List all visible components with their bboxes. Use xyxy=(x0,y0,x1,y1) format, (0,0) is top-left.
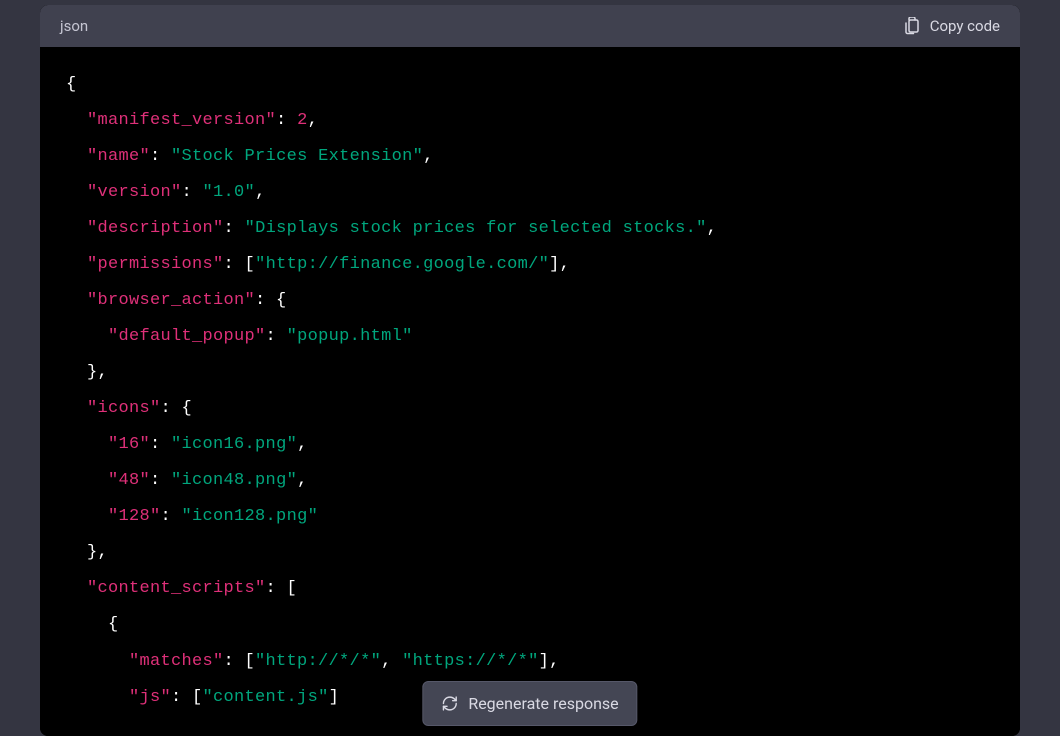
clipboard-icon xyxy=(903,17,921,35)
json-key: "browser_action" xyxy=(87,291,255,310)
refresh-icon xyxy=(441,695,458,712)
json-key: "48" xyxy=(108,471,150,490)
copy-code-label: Copy code xyxy=(930,17,1000,35)
json-string: "https://*/*" xyxy=(402,652,539,671)
json-key: "16" xyxy=(108,435,150,454)
json-key: "js" xyxy=(129,688,171,707)
json-key: "manifest_version" xyxy=(87,111,276,130)
json-key: "description" xyxy=(87,219,224,238)
json-key: "permissions" xyxy=(87,255,224,274)
json-key: "content_scripts" xyxy=(87,579,266,598)
json-string: "icon128.png" xyxy=(182,507,319,526)
json-key: "icons" xyxy=(87,399,161,418)
json-key: "default_popup" xyxy=(108,327,266,346)
json-string: "1.0" xyxy=(203,183,256,202)
json-key: "128" xyxy=(108,507,161,526)
regenerate-response-button[interactable]: Regenerate response xyxy=(422,681,637,726)
code-content: { "manifest_version": 2, "name": "Stock … xyxy=(40,47,1020,736)
code-pre: { "manifest_version": 2, "name": "Stock … xyxy=(66,67,994,716)
code-block: json Copy code { "manifest_version": 2, … xyxy=(40,5,1020,736)
code-line: { xyxy=(66,75,77,94)
json-string: "icon48.png" xyxy=(171,471,297,490)
json-key: "name" xyxy=(87,147,150,166)
json-string: "Displays stock prices for selected stoc… xyxy=(245,219,707,238)
json-key: "matches" xyxy=(129,652,224,671)
regenerate-label: Regenerate response xyxy=(468,694,618,713)
json-string: "Stock Prices Extension" xyxy=(171,147,423,166)
json-string: "http://*/*" xyxy=(255,652,381,671)
language-label: json xyxy=(60,17,88,35)
json-number: 2 xyxy=(297,111,308,130)
json-key: "version" xyxy=(87,183,182,202)
json-string: "popup.html" xyxy=(287,327,413,346)
json-string: "icon16.png" xyxy=(171,435,297,454)
json-string: "content.js" xyxy=(203,688,329,707)
json-string: "http://finance.google.com/" xyxy=(255,255,549,274)
code-header: json Copy code xyxy=(40,5,1020,47)
copy-code-button[interactable]: Copy code xyxy=(903,17,1000,35)
